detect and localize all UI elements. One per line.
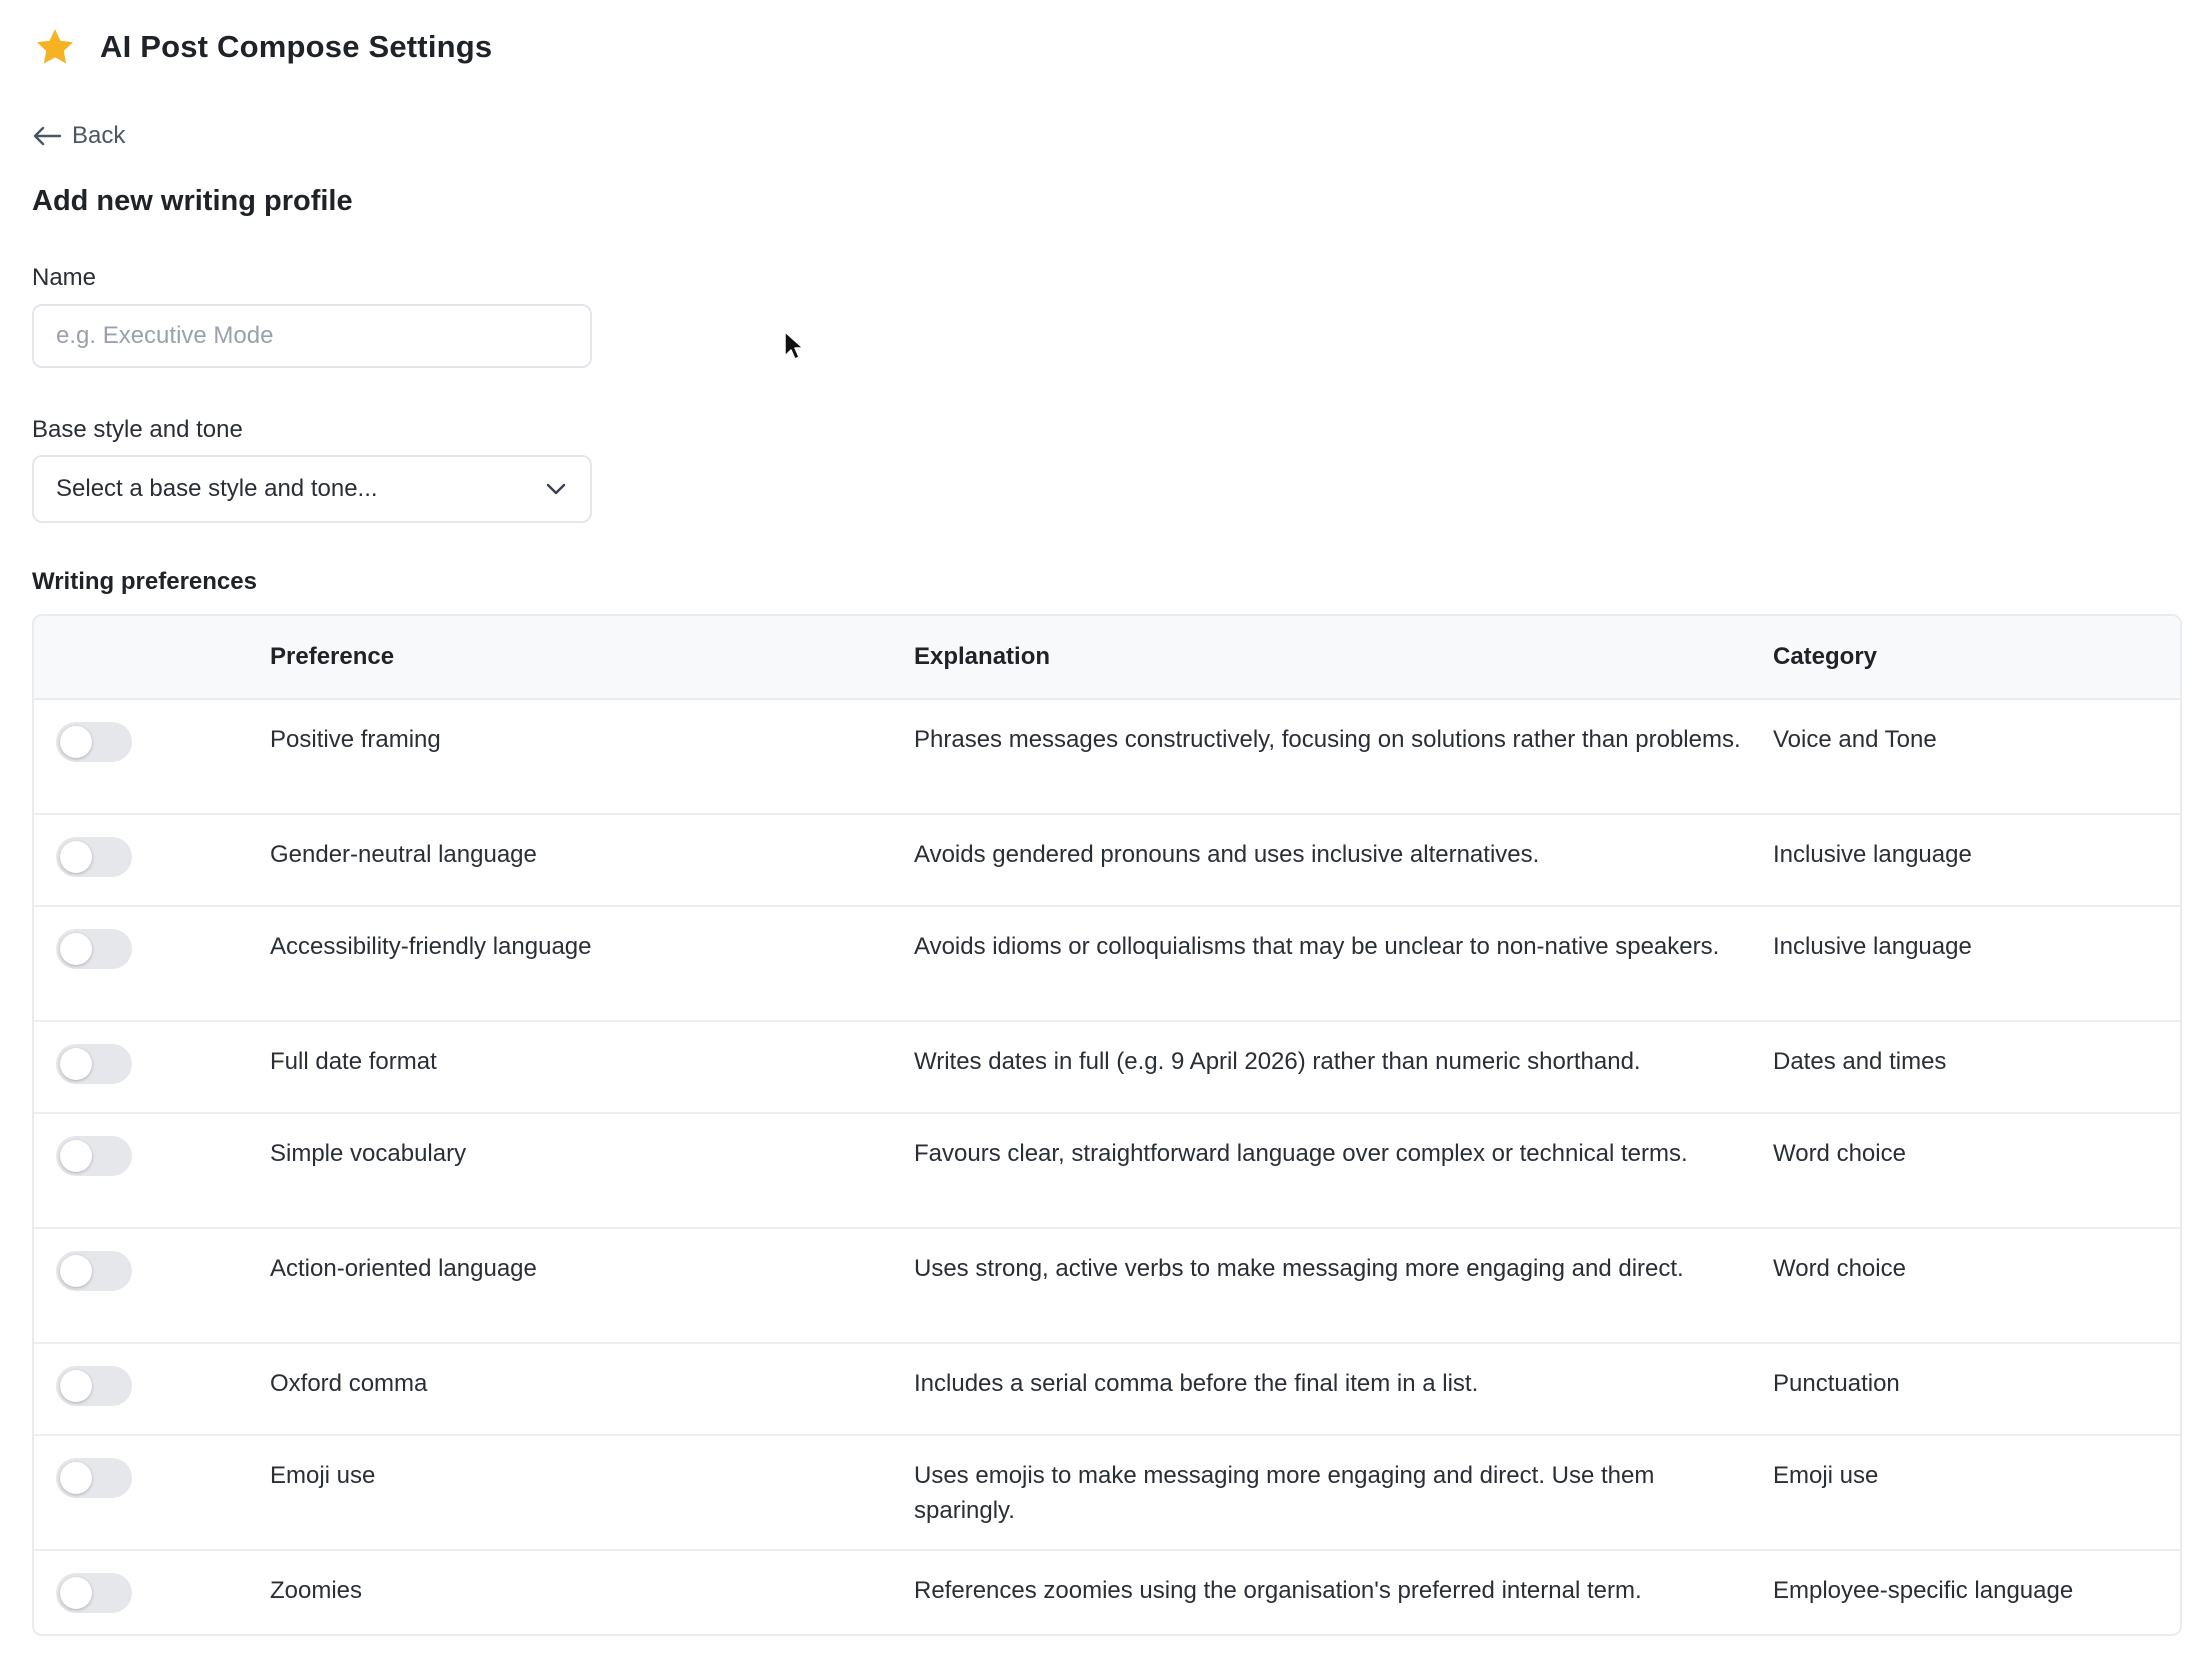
base-style-select[interactable]: Select a base style and tone...	[32, 455, 592, 523]
toggle-knob	[60, 1255, 92, 1287]
table-row: Full date format Writes dates in full (e…	[34, 1022, 2180, 1114]
preference-name: Gender-neutral language	[270, 841, 537, 868]
preference-category: Punctuation	[1773, 1370, 1900, 1397]
writing-preferences-label: Writing preferences	[32, 568, 257, 595]
base-style-label: Base style and tone	[32, 416, 243, 443]
toggle-knob	[60, 933, 92, 965]
preference-toggle[interactable]	[56, 1136, 132, 1176]
table-row: Emoji use Uses emojis to make messaging …	[34, 1436, 2180, 1551]
table-row: Accessibility-friendly language Avoids i…	[34, 907, 2180, 1022]
table-row: Positive framing Phrases messages constr…	[34, 700, 2180, 815]
toggle-knob	[60, 841, 92, 873]
preference-category: Inclusive language	[1773, 933, 1972, 960]
app-title: AI Post Compose Settings	[100, 29, 493, 64]
arrow-left-icon	[33, 126, 62, 146]
preference-explanation: Uses strong, active verbs to make messag…	[914, 1255, 1684, 1282]
preference-toggle[interactable]	[56, 1251, 132, 1291]
preference-toggle[interactable]	[56, 722, 132, 762]
preference-name: Oxford comma	[270, 1370, 428, 1397]
mouse-cursor-icon	[784, 331, 804, 360]
preference-name: Emoji use	[270, 1462, 376, 1489]
preference-explanation: Writes dates in full (e.g. 9 April 2026)…	[914, 1048, 1641, 1075]
toggle-knob	[60, 1140, 92, 1172]
star-icon	[36, 29, 74, 64]
preference-explanation: Avoids idioms or colloquialisms that may…	[914, 933, 1720, 960]
base-style-value: Select a base style and tone...	[56, 475, 378, 502]
column-header-preference: Preference	[270, 643, 395, 670]
preference-toggle[interactable]	[56, 1573, 132, 1613]
preference-explanation: Avoids gendered pronouns and uses inclus…	[914, 841, 1540, 868]
name-label: Name	[32, 264, 97, 291]
table-header: Preference Explanation Category	[34, 616, 2180, 700]
preference-category: Emoji use	[1773, 1462, 1879, 1489]
toggle-knob	[60, 726, 92, 758]
preferences-table: Preference Explanation Category Positive…	[32, 614, 2182, 1636]
table-row: Zoomies References zoomies using the org…	[34, 1551, 2180, 1634]
preference-name: Accessibility-friendly language	[270, 933, 592, 960]
preference-toggle[interactable]	[56, 929, 132, 969]
preference-explanation: Phrases messages constructively, focusin…	[914, 726, 1741, 753]
preference-name: Positive framing	[270, 726, 441, 753]
column-header-category: Category	[1773, 643, 1878, 670]
preference-explanation: Uses emojis to make messaging more engag…	[914, 1462, 1655, 1524]
toggle-knob	[60, 1577, 92, 1609]
name-input[interactable]	[32, 304, 592, 368]
preference-toggle[interactable]	[56, 1366, 132, 1406]
chevron-down-icon	[546, 483, 566, 495]
preference-category: Inclusive language	[1773, 841, 1972, 868]
toggle-knob	[60, 1048, 92, 1080]
table-row: Gender-neutral language Avoids gendered …	[34, 815, 2180, 907]
form-title: Add new writing profile	[32, 185, 353, 217]
preference-toggle[interactable]	[56, 1458, 132, 1498]
preference-category: Dates and times	[1773, 1048, 1947, 1075]
preference-name: Action-oriented language	[270, 1255, 537, 1282]
toggle-knob	[60, 1462, 92, 1494]
table-row: Action-oriented language Uses strong, ac…	[34, 1229, 2180, 1344]
table-row: Oxford comma Includes a serial comma bef…	[34, 1344, 2180, 1436]
preference-toggle[interactable]	[56, 837, 132, 877]
preference-explanation: Favours clear, straightforward language …	[914, 1140, 1688, 1167]
app-header: AI Post Compose Settings	[34, 26, 492, 68]
table-row: Simple vocabulary Favours clear, straigh…	[34, 1114, 2180, 1229]
preference-category: Word choice	[1773, 1255, 1906, 1282]
toggle-knob	[60, 1370, 92, 1402]
preference-toggle[interactable]	[56, 1044, 132, 1084]
preference-category: Word choice	[1773, 1140, 1906, 1167]
preference-category: Employee-specific language	[1773, 1577, 2074, 1604]
preference-name: Zoomies	[270, 1577, 363, 1604]
back-link[interactable]: Back	[32, 122, 125, 150]
preference-explanation: References zoomies using the organisatio…	[914, 1577, 1642, 1604]
preference-name: Simple vocabulary	[270, 1140, 467, 1167]
preference-name: Full date format	[270, 1048, 437, 1075]
back-label: Back	[72, 122, 126, 149]
column-header-explanation: Explanation	[914, 643, 1051, 670]
preference-category: Voice and Tone	[1773, 726, 1937, 753]
preference-explanation: Includes a serial comma before the final…	[914, 1370, 1479, 1397]
